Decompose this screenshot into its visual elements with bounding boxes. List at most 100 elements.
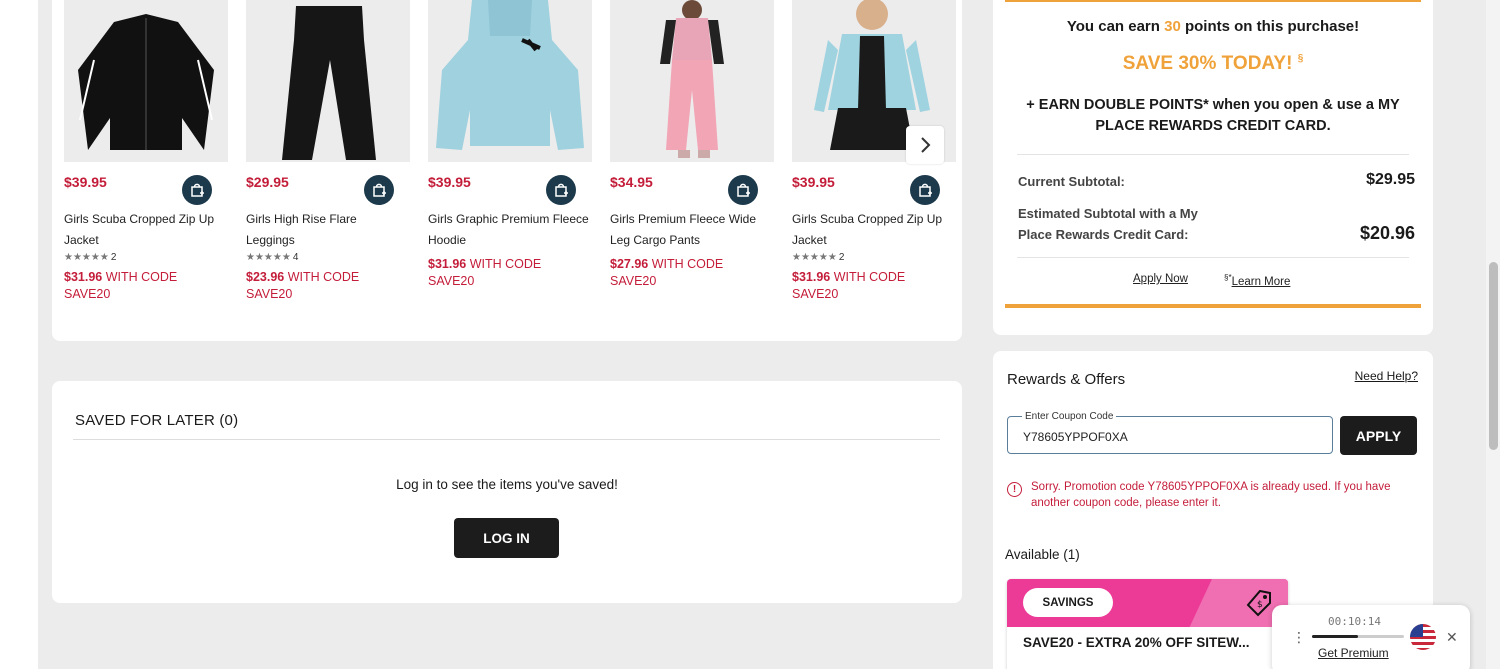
login-button[interactable]: LOG IN (454, 518, 559, 558)
recording-timer: 00:10:14 (1328, 615, 1381, 628)
product-image[interactable] (246, 0, 410, 162)
rating-count: 4 (292, 252, 299, 263)
offer-card[interactable]: SAVINGS $ SAVE20 - EXTRA 20% OFF SITEW..… (1007, 579, 1288, 669)
coupon-error-message: Sorry. Promotion code Y78605YPPOF0XA is … (1031, 481, 1391, 509)
product-name[interactable]: Girls Scuba Cropped Zip Up Jacket (64, 209, 226, 251)
page-gutter (0, 0, 38, 669)
saved-for-later-card: SAVED FOR LATER (0) Log in to see the it… (52, 381, 962, 603)
scrollbar-thumb[interactable] (1489, 262, 1498, 450)
product-name[interactable]: Girls Graphic Premium Fleece Hoodie (428, 209, 590, 251)
add-to-bag-button[interactable] (910, 175, 940, 205)
chevron-right-icon (921, 137, 931, 153)
promo-price-value: $31.96 (64, 270, 103, 284)
shopping-bag-plus-icon (919, 183, 932, 197)
carousel-next-button[interactable] (906, 126, 944, 164)
product-info: Girls Premium Fleece Wide Leg Cargo Pant… (610, 209, 772, 290)
rating-count: 2 (838, 252, 845, 263)
more-options-icon[interactable]: ⋮ (1292, 629, 1306, 646)
rating-count: 2 (110, 252, 117, 263)
shopping-bag-plus-icon (555, 183, 568, 197)
promo-price: $31.96 WITH CODE SAVE20 (428, 256, 590, 290)
rewards-summary-card: You can earn 30 points on this purchase!… (993, 0, 1433, 335)
product-image[interactable] (610, 0, 774, 162)
divider (1005, 0, 1421, 2)
earn-points-value: 30 (1164, 18, 1181, 35)
promo-price: $31.96 WITH CODE SAVE20 (792, 269, 954, 303)
offer-description: SAVE20 - EXTRA 20% OFF SITEW... (1023, 635, 1250, 650)
recommendations-card: $39.95 Girls Scuba Cropped Zip Up Jacket… (52, 0, 962, 341)
earn-prefix: You can earn (1066, 18, 1160, 35)
promo-price-value: $23.96 (246, 270, 285, 284)
svg-text:$: $ (1257, 600, 1263, 610)
promo-price: $31.96 WITH CODE SAVE20 (64, 269, 226, 303)
rewards-offers-title: Rewards & Offers (1007, 371, 1126, 388)
product-tile[interactable]: $34.95 Girls Premium Fleece Wide Leg Car… (610, 0, 774, 288)
available-offers-label: Available (1) (1005, 547, 1080, 562)
earn-points-text: You can earn 30 points on this purchase! (993, 18, 1433, 35)
coupon-code-input[interactable]: Y78605YPPOF0XA (1023, 430, 1128, 444)
save-today-heading: SAVE 30% TODAY! § (993, 53, 1433, 75)
shopping-bag-plus-icon (373, 183, 386, 197)
product-price: $34.95 (610, 174, 653, 190)
shopping-bag-plus-icon (737, 183, 750, 197)
price-tag-icon: $ (1246, 589, 1271, 617)
divider (1017, 257, 1409, 258)
star-rating: ★★★★★ 4 (246, 252, 299, 263)
star-rating: ★★★★★ 2 (792, 252, 845, 263)
promo-price-value: $31.96 (792, 270, 831, 284)
promo-price-value: $27.96 (610, 257, 649, 271)
save-today-text: SAVE 30% TODAY! (1122, 53, 1293, 74)
coupon-code-label: Enter Coupon Code (1022, 411, 1117, 422)
product-image[interactable] (64, 0, 228, 162)
promo-price-value: $31.96 (428, 257, 467, 271)
learn-more-link[interactable]: §*Learn More (1224, 273, 1290, 288)
current-subtotal-label: Current Subtotal: (1018, 174, 1125, 189)
saved-for-later-title: SAVED FOR LATER (0) (75, 412, 239, 429)
current-subtotal-value: $29.95 (1366, 171, 1415, 188)
shopping-bag-plus-icon (191, 183, 204, 197)
product-info: Girls Scuba Cropped Zip Up Jacket ★★★★★ 2… (64, 209, 226, 303)
saved-login-message: Log in to see the items you've saved! (396, 477, 618, 492)
product-name[interactable]: Girls High Rise Flare Leggings (246, 209, 408, 251)
divider (1005, 304, 1421, 308)
error-icon: ! (1007, 482, 1022, 497)
product-info: Girls High Rise Flare Leggings ★★★★★ 4 $2… (246, 209, 408, 303)
apply-now-link[interactable]: Apply Now (1133, 273, 1188, 285)
divider (73, 439, 940, 440)
add-to-bag-button[interactable] (728, 175, 758, 205)
estimated-subtotal-label: Estimated Subtotal with a My Place Rewar… (1018, 206, 1198, 242)
product-tile[interactable]: $39.95 Girls Graphic Premium Fleece Hood… (428, 0, 592, 288)
close-icon[interactable]: ✕ (1446, 629, 1458, 646)
recording-progress (1312, 635, 1404, 638)
promo-price: $23.96 WITH CODE SAVE20 (246, 269, 408, 303)
product-tile[interactable]: $29.95 Girls High Rise Flare Leggings ★★… (246, 0, 410, 301)
product-price: $29.95 (246, 174, 289, 190)
product-name[interactable]: Girls Premium Fleece Wide Leg Cargo Pant… (610, 209, 772, 251)
learn-more-label: Learn More (1231, 275, 1291, 288)
save-footnote-mark: § (1297, 53, 1304, 64)
get-premium-link[interactable]: Get Premium (1318, 646, 1389, 660)
product-info: Girls Graphic Premium Fleece Hoodie $31.… (428, 209, 590, 290)
estimated-subtotal-value: $20.96 (1359, 223, 1415, 243)
savings-badge: SAVINGS (1023, 588, 1113, 617)
apply-coupon-button[interactable]: APPLY (1340, 416, 1417, 455)
learn-footnote-mark: §* (1224, 273, 1232, 282)
double-points-text: + EARN DOUBLE POINTS* when you open & us… (1026, 97, 1400, 134)
product-tile[interactable]: $39.95 Girls Scuba Cropped Zip Up Jacket… (64, 0, 228, 301)
need-help-link[interactable]: Need Help? (1355, 369, 1418, 383)
product-image[interactable] (428, 0, 592, 162)
divider (1017, 154, 1409, 155)
star-rating: ★★★★★ 2 (64, 252, 117, 263)
earn-suffix: points on this purchase! (1184, 18, 1360, 35)
product-name[interactable]: Girls Scuba Cropped Zip Up Jacket (792, 209, 954, 251)
us-flag-icon[interactable] (1410, 624, 1436, 650)
add-to-bag-button[interactable] (182, 175, 212, 205)
coupon-code-field[interactable]: Enter Coupon Code Y78605YPPOF0XA (1007, 411, 1333, 454)
product-price: $39.95 (792, 174, 835, 190)
add-to-bag-button[interactable] (546, 175, 576, 205)
add-to-bag-button[interactable] (364, 175, 394, 205)
promo-price: $27.96 WITH CODE SAVE20 (610, 256, 772, 290)
offer-card-header: SAVINGS $ (1007, 579, 1288, 627)
product-info: Girls Scuba Cropped Zip Up Jacket ★★★★★ 2… (792, 209, 954, 303)
product-price: $39.95 (428, 174, 471, 190)
